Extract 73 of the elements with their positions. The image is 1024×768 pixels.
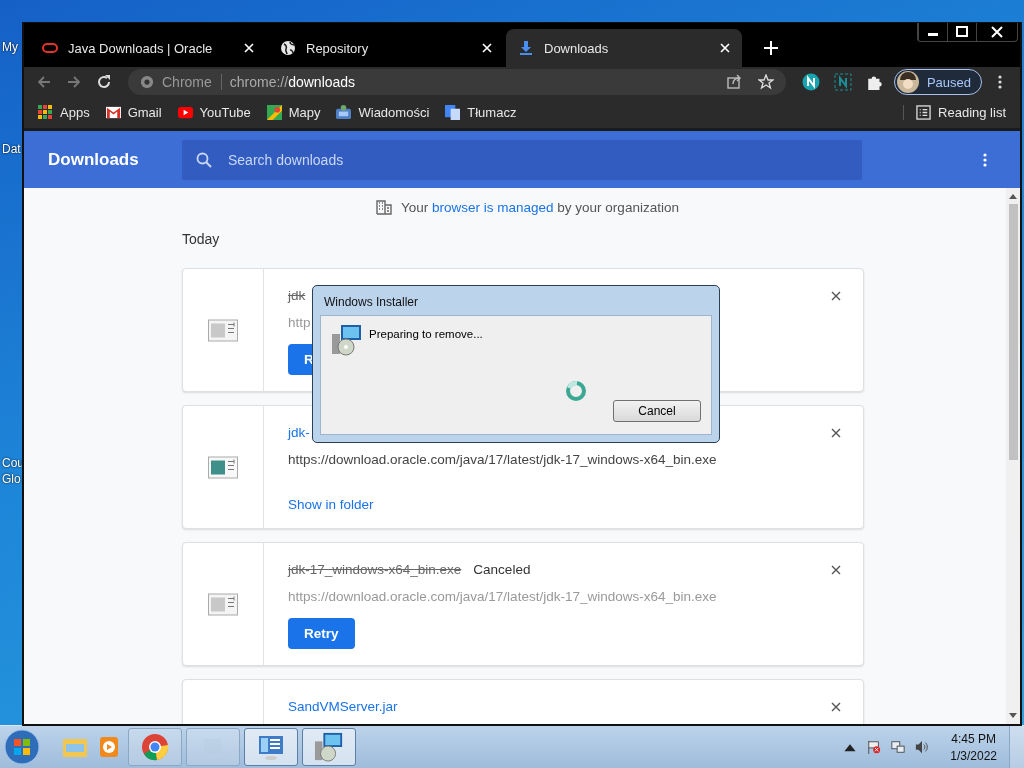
close-icon[interactable] xyxy=(831,564,841,575)
installer-icon xyxy=(331,324,363,356)
file-icon xyxy=(208,318,238,342)
scroll-down-icon[interactable] xyxy=(1009,713,1017,719)
translate-icon xyxy=(445,105,461,120)
address-bar[interactable]: Chrome chrome://downloads xyxy=(128,69,786,95)
menu-icon[interactable] xyxy=(982,151,988,168)
file-icon xyxy=(208,592,238,616)
installer-icon xyxy=(314,732,344,762)
managed-notice: Your browser is managed by your organization xyxy=(401,199,679,215)
close-icon[interactable] xyxy=(831,427,841,438)
clock-date[interactable]: 1/3/2022 xyxy=(950,748,997,763)
dialog-message: Preparing to remove... xyxy=(369,328,483,340)
browser-tab[interactable]: Downloads xyxy=(506,29,742,67)
new-tab-icon[interactable] xyxy=(764,41,778,55)
download-url: http xyxy=(288,315,312,330)
dialog-title: Windows Installer xyxy=(323,294,420,311)
browser-tab[interactable]: Repository xyxy=(268,29,504,67)
spinner-icon xyxy=(565,380,587,402)
file-icon xyxy=(208,455,238,479)
cancel-button[interactable]: Cancel xyxy=(613,400,701,422)
taskbar-button[interactable] xyxy=(128,728,182,766)
desktop-icon-label: Glo xyxy=(2,472,21,486)
globe-icon xyxy=(280,40,296,56)
volume-icon[interactable] xyxy=(915,740,930,754)
start-button[interactable] xyxy=(4,729,40,765)
taskbar-button[interactable] xyxy=(244,728,298,766)
section-heading: Today xyxy=(182,231,221,247)
retry-button[interactable]: Retry xyxy=(288,618,355,649)
mail-icon xyxy=(105,105,121,120)
network-icon[interactable] xyxy=(891,740,906,754)
download-status: Canceled xyxy=(473,562,531,577)
file-name: jdk-17_windows-x64_bin.exe xyxy=(288,562,462,577)
search-icon xyxy=(196,151,212,168)
file-name[interactable]: jdk- xyxy=(288,425,310,440)
bookmark-item[interactable]: YouTube xyxy=(177,105,251,120)
bookmark-item[interactable]: Apps xyxy=(38,105,90,120)
building-icon xyxy=(376,199,392,215)
show-in-folder-link[interactable]: Show in folder xyxy=(288,497,374,512)
desktop-icon-label: Dat xyxy=(2,142,21,156)
desktop-icon-label: My xyxy=(2,40,18,54)
page-title: Downloads xyxy=(48,149,140,170)
profile-button[interactable]: Paused xyxy=(893,69,982,95)
file-name: jdk xyxy=(288,288,306,303)
reading-list-button[interactable]: Reading list xyxy=(903,105,1006,120)
bookmark-item[interactable]: Tłumacz xyxy=(445,105,517,120)
apps-grid-icon xyxy=(38,105,53,120)
flag-icon[interactable] xyxy=(867,740,882,754)
play-icon xyxy=(177,105,193,120)
scroll-up-icon[interactable] xyxy=(1009,193,1017,199)
scrollbar[interactable] xyxy=(1006,188,1020,724)
browser-tab[interactable]: Java Downloads | Oracle xyxy=(30,29,266,67)
clock-time[interactable]: 4:45 PM xyxy=(951,731,996,746)
download-url: https://download.oracle.com/java/17/latest/jdk-17_windows-x64_bin.exe xyxy=(288,452,718,467)
bookmark-item[interactable]: Gmail xyxy=(105,105,162,120)
list-icon xyxy=(916,105,932,120)
close-icon[interactable] xyxy=(831,701,841,712)
download-icon xyxy=(518,40,534,56)
avatar-icon xyxy=(896,71,919,93)
oracle-icon xyxy=(42,40,58,56)
map-icon xyxy=(266,105,282,120)
file-name[interactable]: SandVMServer.jar xyxy=(288,699,398,714)
taskbar-button[interactable] xyxy=(302,728,356,766)
download-url: https://download.oracle.com/java/17/latest/jdk-17_windows-x64_bin.exe xyxy=(288,589,718,604)
bookmark-item[interactable]: Mapy xyxy=(266,105,321,120)
close-icon[interactable] xyxy=(831,290,841,301)
bookmark-item[interactable]: Wiadomości xyxy=(336,105,430,120)
site-chip: Chrome xyxy=(162,74,222,90)
scroll-thumb[interactable] xyxy=(1008,204,1018,460)
managed-link[interactable]: browser is managed xyxy=(432,199,554,215)
search-field[interactable]: Search downloads xyxy=(182,139,862,180)
url-text: chrome://downloads xyxy=(229,74,356,90)
news-icon xyxy=(336,105,352,120)
